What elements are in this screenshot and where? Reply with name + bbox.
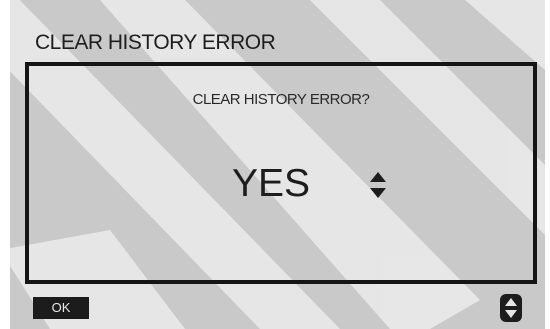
value-selector[interactable]: YES <box>29 162 533 212</box>
up-down-arrows-icon[interactable] <box>369 171 387 199</box>
device-screen: CLEAR HISTORY ERROR CLEAR HISTORY ERROR?… <box>10 0 545 329</box>
screen-title: CLEAR HISTORY ERROR <box>35 31 276 54</box>
scroll-arrows-icon <box>505 298 517 318</box>
up-down-scroll-icon[interactable] <box>500 294 522 322</box>
ok-button[interactable]: OK <box>33 297 89 319</box>
selected-value[interactable]: YES <box>232 162 310 206</box>
confirm-dialog: CLEAR HISTORY ERROR? YES <box>25 62 537 284</box>
confirm-question: CLEAR HISTORY ERROR? <box>192 91 370 108</box>
